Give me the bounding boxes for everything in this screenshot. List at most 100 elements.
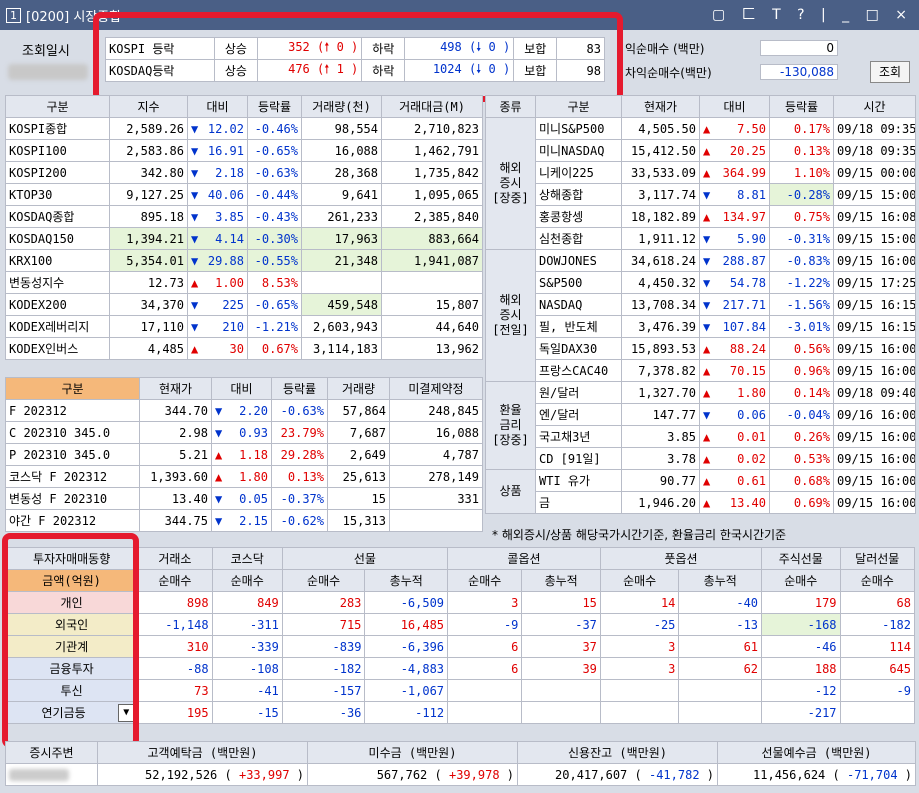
up-arrow-icon: ▲ [703, 473, 711, 488]
index-volume: 261,233 [301, 205, 382, 228]
table-row[interactable]: KTOP30 9,127.25 ▼ 40.06 -0.44% 9,641 1,095,065 [5, 183, 483, 206]
table-row[interactable]: 금 1,946.20 ▲ 13.40 0.69% 09/15 16:00 [486, 491, 916, 514]
futures-header[interactable]: 대비 [211, 377, 272, 400]
index-header[interactable]: 구분 [5, 95, 110, 118]
query-button[interactable]: 조회 [870, 61, 910, 83]
index-header[interactable]: 거래대금(M) [381, 95, 483, 118]
investor-group-header[interactable]: 거래소 [137, 547, 213, 570]
table-row[interactable]: 해외 증시 [장중] 미니S&P500 4,505.50 ▲ 7.50 0.17% 09/1… [485, 117, 916, 250]
table-row[interactable]: 코스닥 F 202312 1,393.60 ▲ 1.80 0.13% 25,613 278,… [5, 465, 483, 488]
table-row[interactable]: C 202310 345.0 2.98 ▼ 0.93 23.79% 7,687 16,088 [5, 421, 483, 444]
futures-header[interactable]: 거래량 [327, 377, 390, 400]
table-row[interactable]: KOSPI100 2,583.86 ▼ 16.91 -0.65% 16,088 1,462,… [5, 139, 483, 162]
world-markets-table: 종류 구분 현재가 대비 등락률 시간 해외 증시 [장중] 미니S&P500 4,505.5… [485, 95, 916, 514]
index-name: KOSDAQ종합 [5, 205, 110, 228]
table-row[interactable]: 환율 금리 [장중] 원/달러 1,327.70 ▲ 1.80 0.14% 09/18 09… [485, 381, 916, 470]
table-row[interactable]: 홍콩항셍 18,182.89 ▲ 134.97 0.75% 09/15 16:08 [486, 205, 916, 228]
table-row[interactable]: 외국인 -1,148 -311 715 16,485 -9 -37 -25 -13 -168 -18… [4, 613, 916, 636]
investor-group-header[interactable]: 콜옵션 [447, 547, 601, 570]
futures-header[interactable]: 현재가 [139, 377, 212, 400]
table-row[interactable]: P 202310 345.0 5.21 ▲ 1.18 29.28% 2,649 4,787 [5, 443, 483, 466]
table-row[interactable]: 심천종합 1,911.12 ▼ 5.90 -0.31% 09/15 15:00 [486, 227, 916, 250]
world-header[interactable]: 대비 [699, 95, 770, 118]
world-price: 1,911.12 [621, 227, 700, 250]
futures-rate: 29.28% [271, 443, 328, 466]
investor-value [599, 701, 680, 724]
up-arrow-icon: ▲ [703, 429, 711, 444]
table-row[interactable]: 야간 F 202312 344.75 ▼ 2.15 -0.62% 15,313 [5, 509, 483, 532]
world-header[interactable]: 등락률 [769, 95, 834, 118]
world-header[interactable]: 구분 [535, 95, 622, 118]
table-row[interactable]: 기관계 310 -339 -839 -6,396 6 37 3 61 -46 114 [4, 635, 916, 658]
index-name: KODEX레버리지 [5, 315, 110, 338]
table-row[interactable]: KOSPI종합 2,589.26 ▼ 12.02 -0.46% 98,554 2,710,8… [5, 117, 483, 140]
futures-open-interest: 16,088 [389, 421, 483, 444]
world-name: 니케이225 [535, 161, 622, 184]
world-header[interactable]: 현재가 [621, 95, 700, 118]
table-row[interactable]: F 202312 344.70 ▼ 2.20 -0.63% 57,864 248,845 [5, 399, 483, 422]
world-price: 15,893.53 [621, 337, 700, 360]
investor-value: -4,883 [364, 657, 449, 680]
investor-group-header[interactable]: 선물 [281, 547, 449, 570]
index-header[interactable]: 대비 [187, 95, 248, 118]
down-arrow-icon: ▼ [191, 187, 199, 202]
table-row[interactable]: NASDAQ 13,708.34 ▼ 217.71 -1.56% 09/15 16:15 [486, 293, 916, 316]
table-row[interactable]: CD [91일] 3.78 ▲ 0.02 0.53% 09/15 16:00 [486, 447, 916, 470]
investor-group-header[interactable]: 코스닥 [211, 547, 283, 570]
investor-group-header[interactable]: 달러선물 [839, 547, 916, 570]
futures-header[interactable]: 미결제약정 [389, 377, 483, 400]
table-row[interactable]: KOSDAQ150 1,394.21 ▼ 4.14 -0.30% 17,963 883,66… [5, 227, 483, 250]
index-header[interactable]: 거래량(천) [301, 95, 382, 118]
index-rate: -1.21% [247, 315, 302, 338]
futures-volume: 57,864 [327, 399, 390, 422]
table-row[interactable]: KOSDAQ종합 895.18 ▼ 3.85 -0.43% 261,233 2,385,84… [5, 205, 483, 228]
table-row[interactable]: 상해종합 3,117.74 ▼ 8.81 -0.28% 09/15 15:00 [486, 183, 916, 206]
investor-value: 6 [447, 657, 523, 680]
world-price: 90.77 [621, 469, 700, 492]
table-row[interactable]: 국고채3년 3.85 ▲ 0.01 0.26% 09/15 16:00 [486, 425, 916, 448]
index-change: 2.18 [215, 165, 244, 180]
table-row[interactable]: 필, 반도체 3,476.39 ▼ 107.84 -3.01% 09/15 16:15 [486, 315, 916, 338]
investor-value: -40 [678, 591, 763, 614]
index-header[interactable]: 지수 [109, 95, 188, 118]
table-row[interactable]: 엔/달러 147.77 ▼ 0.06 -0.04% 09/16 16:00 [486, 403, 916, 426]
world-header[interactable]: 종류 [485, 95, 536, 118]
table-row[interactable]: 해외 증시 [전일] DOWJONES 34,618.24 ▼ 288.87 -0.83%… [485, 249, 916, 382]
table-row[interactable]: 금융투자 -88 -108 -182 -4,883 6 39 3 62 188 645 [4, 657, 916, 680]
window-controls[interactable]: ▢ 匚 T ? | _ □ × [712, 4, 913, 24]
investor-value: 188 [761, 657, 841, 680]
index-table: 구분 지수 대비 등락률 거래량(천) 거래대금(M) KOSPI종합 2,589.26 ▼ 1… [5, 95, 483, 360]
investor-group-header[interactable]: 주식선물 [761, 547, 841, 570]
investor-group-header[interactable]: 풋옵션 [599, 547, 763, 570]
table-row[interactable]: KODEX레버리지 17,110 ▼ 210 -1.21% 2,603,943 44,640 [5, 315, 483, 338]
futures-header[interactable]: 등락률 [271, 377, 328, 400]
world-price: 15,412.50 [621, 139, 700, 162]
table-row[interactable]: 니케이225 33,533.09 ▲ 364.99 1.10% 09/15 00:00 [486, 161, 916, 184]
table-row[interactable]: KRX100 5,354.01 ▼ 29.88 -0.55% 21,348 1,941,08… [5, 249, 483, 272]
world-change: 107.84 [722, 319, 766, 334]
table-row[interactable]: 미니NASDAQ 15,412.50 ▲ 20.25 0.13% 09/18 09:35 [486, 139, 916, 162]
investor-value: -311 [211, 613, 283, 636]
table-row[interactable]: 독일DAX30 15,893.53 ▲ 88.24 0.56% 09/15 16:00 [486, 337, 916, 360]
world-time: 09/15 16:15 [833, 315, 916, 338]
up-arrow-icon: ▲ [703, 341, 711, 356]
index-header[interactable]: 등락률 [247, 95, 302, 118]
table-row[interactable]: KODEX인버스 4,485 ▲ 30 0.67% 3,114,183 13,962 [5, 337, 483, 360]
table-row[interactable]: KODEX200 34,370 ▼ 225 -0.65% 459,548 15,807 [5, 293, 483, 316]
table-row[interactable]: 변동성지수 12.73 ▲ 1.00 8.53% [5, 271, 483, 294]
futures-header[interactable]: 구분 [5, 377, 140, 400]
table-row[interactable]: 연기금등 ▼ 195 -15 -36 -112 -217 [4, 701, 916, 724]
table-row[interactable]: KOSPI200 342.80 ▼ 2.18 -0.63% 28,368 1,735,842 [5, 161, 483, 184]
table-row[interactable]: S&P500 4,450.32 ▼ 54.78 -1.22% 09/15 17:25 [486, 271, 916, 294]
world-name: CD [91일] [535, 447, 622, 470]
table-row[interactable]: 투신 73 -41 -157 -1,067 -12 -9 [4, 679, 916, 702]
world-change: 88.24 [729, 341, 766, 356]
table-row[interactable]: 변동성 F 202310 13.40 ▼ 0.05 -0.37% 15 331 [5, 487, 483, 510]
credit-value: 20,417,607 ( -41,782 ) [517, 763, 718, 786]
table-row[interactable]: 개인 898 849 283 -6,509 3 15 14 -40 179 68 [4, 591, 916, 614]
world-header[interactable]: 시간 [833, 95, 916, 118]
world-rate: 0.13% [769, 139, 834, 162]
table-row[interactable]: 상품 WTI 유가 90.77 ▲ 0.61 0.68% 09/15 16:00 [485, 469, 916, 514]
table-row[interactable]: 프랑스CAC40 7,378.82 ▲ 70.15 0.96% 09/15 16:00 [486, 359, 916, 382]
investor-sub-header: 순매수 [281, 569, 366, 592]
